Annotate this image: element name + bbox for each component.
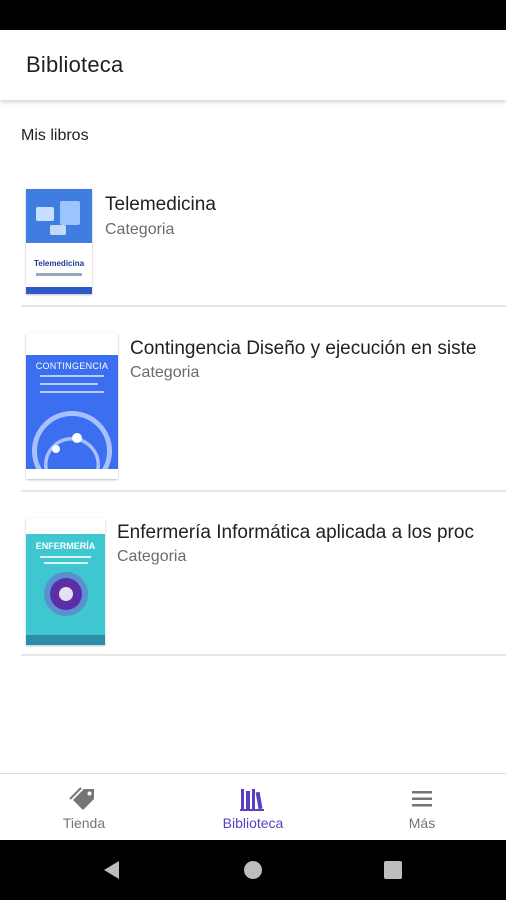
section-title: Mis libros (21, 127, 89, 144)
cover-illustration (26, 189, 92, 243)
nav-label: Tienda (62, 815, 106, 831)
book-title: Contingencia Diseño y ejecución en siste (130, 338, 477, 359)
book-cover: Telemedicina (26, 189, 92, 294)
home-icon[interactable] (241, 858, 265, 882)
status-bar (0, 0, 506, 30)
cover-header (26, 518, 105, 534)
bottom-navigation: Tienda Biblioteca Más (0, 773, 506, 840)
back-icon[interactable] (100, 858, 124, 882)
library-icon (240, 789, 264, 811)
recents-icon[interactable] (381, 858, 405, 882)
nav-mas[interactable]: Más (338, 774, 506, 841)
book-item-contingencia[interactable]: CONTINGENCIA Contingencia Diseño y ejecu… (21, 318, 506, 492)
tag-icon (69, 787, 94, 810)
page-title: Biblioteca (26, 52, 124, 77)
cover-footer (26, 287, 92, 294)
screen: Biblioteca Mis libros Telemedicina Telem… (0, 0, 506, 900)
book-category: Categoria (105, 221, 175, 238)
book-title: Telemedicina (105, 194, 216, 215)
book-title: Enfermería Informática aplicada a los pr… (117, 522, 474, 543)
book-item-telemedicina[interactable]: Telemedicina Telemedicina Categoria (21, 174, 506, 307)
app-bar: Biblioteca (0, 30, 506, 100)
nav-biblioteca[interactable]: Biblioteca (169, 774, 337, 841)
cover-title: Telemedicina (33, 259, 85, 268)
nav-label: Biblioteca (222, 815, 284, 831)
book-cover: ENFERMERÍA (26, 518, 105, 645)
cover-footer (26, 469, 118, 479)
menu-icon (412, 791, 432, 807)
book-item-enfermeria[interactable]: ENFERMERÍA Enfermería Informática aplica… (21, 503, 506, 656)
book-category: Categoria (130, 364, 200, 381)
cover-illustration (50, 578, 82, 610)
cover-footer (26, 635, 105, 645)
system-navigation-bar (0, 840, 506, 900)
book-category: Categoria (117, 548, 187, 565)
cover-header (26, 333, 118, 355)
nav-label: Más (408, 815, 436, 831)
cover-subtitle-line (36, 273, 82, 276)
cover-title: ENFERMERÍA (35, 541, 96, 551)
nav-tienda[interactable]: Tienda (0, 774, 168, 841)
cover-title: CONTINGENCIA (35, 361, 109, 371)
book-cover: CONTINGENCIA (26, 333, 118, 479)
